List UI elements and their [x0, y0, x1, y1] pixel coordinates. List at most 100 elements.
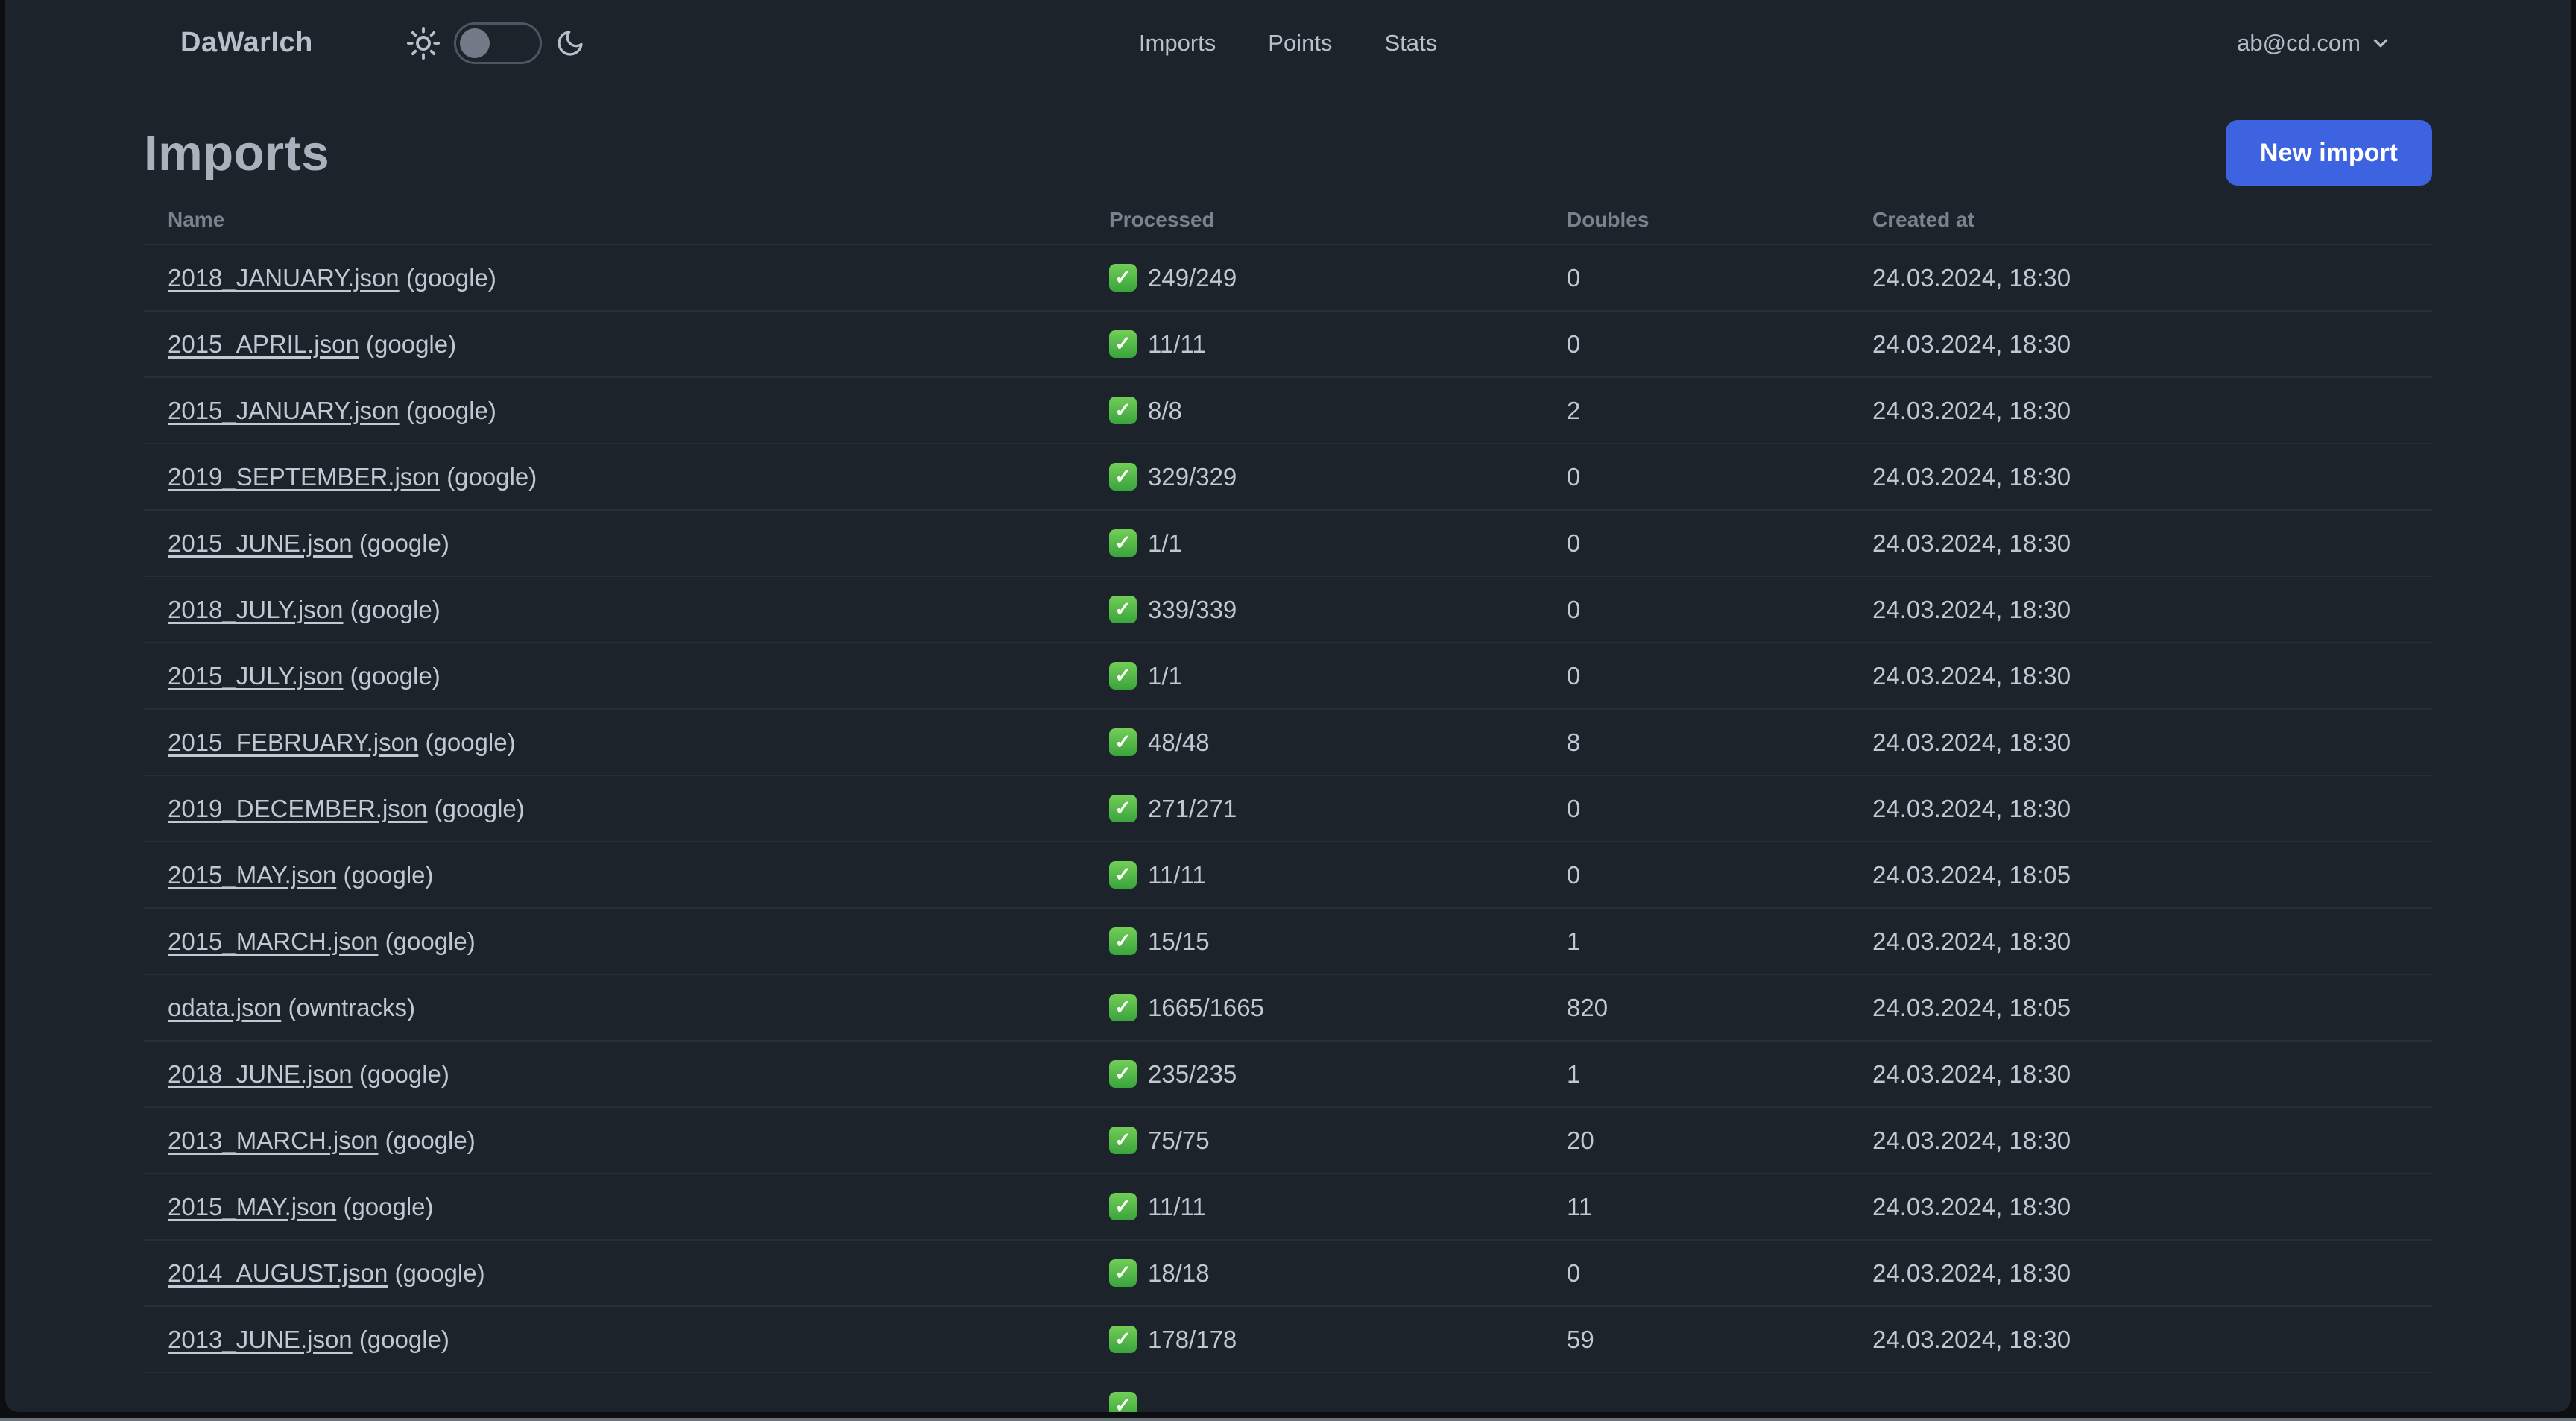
import-source-label: (google)	[425, 728, 516, 756]
processed-count: 18/18	[1148, 1258, 1210, 1287]
processed-cell: ✓ 249/249	[1109, 264, 1567, 292]
import-name-cell: 2015_FEBRUARY.json (google)	[144, 728, 1109, 757]
import-file-link[interactable]: 2015_APRIL.json	[168, 330, 359, 358]
import-file-link[interactable]: 2015_JANUARY.json	[168, 397, 400, 424]
import-source-label: (google)	[385, 927, 476, 955]
processed-count: 1/1	[1148, 661, 1182, 690]
processed-count: 11/11	[1148, 860, 1206, 889]
created-at-cell: 24.03.2024, 18:30	[1872, 396, 2071, 424]
import-name-cell: 2015_APRIL.json (google)	[144, 330, 1109, 359]
created-at-cell: 24.03.2024, 18:30	[1872, 595, 2071, 623]
import-file-link[interactable]: 2018_JANUARY.json	[168, 264, 400, 292]
import-file-link[interactable]: 2015_MAY.json	[168, 1193, 336, 1220]
import-source-label: (google)	[434, 794, 525, 822]
processed-cell: ✓ 339/339	[1109, 596, 1567, 624]
success-check-icon: ✓	[1109, 994, 1137, 1021]
table-header-row: Name Processed Doubles Created at	[144, 196, 2432, 245]
table-row: 2019_SEPTEMBER.json (google) ✓ 329/329 0…	[144, 444, 2432, 511]
processed-cell: ✓ 271/271	[1109, 795, 1567, 823]
theme-toggle[interactable]	[454, 22, 542, 64]
screen-bottom-edge	[0, 1418, 2576, 1421]
column-header-name: Name	[168, 208, 225, 231]
processed-cell: ✓ 178/178	[1109, 1326, 1567, 1354]
doubles-cell: 59	[1567, 1325, 1594, 1353]
table-row: 2015_JULY.json (google) ✓ 1/1 0 24.03.20…	[144, 643, 2432, 710]
created-at-cell: 24.03.2024, 18:30	[1872, 1192, 2071, 1220]
table-row: 2015_JANUARY.json (google) ✓ 8/8 2 24.03…	[144, 378, 2432, 444]
success-check-icon: ✓	[1109, 728, 1137, 756]
import-file-link[interactable]: 2015_MARCH.json	[168, 927, 378, 955]
table-row: odata.json (owntracks) ✓ 1665/1665 820 2…	[144, 975, 2432, 1042]
import-file-link[interactable]: 2015_JUNE.json	[168, 529, 353, 557]
table-row: 2015_JUNE.json (google) ✓ 1/1 0 24.03.20…	[144, 511, 2432, 577]
import-file-link[interactable]: 2015_FEBRUARY.json	[168, 728, 418, 756]
table-row: 2018_JUNE.json (google) ✓ 235/235 1 24.0…	[144, 1042, 2432, 1108]
import-name-cell: 2015_MAY.json (google)	[144, 1193, 1109, 1221]
table-row: 2013_JUNE.json (google) ✓ 178/178 59 24.…	[144, 1307, 2432, 1373]
created-at-cell: 24.03.2024, 18:30	[1872, 1325, 2071, 1353]
import-file-link[interactable]: 2013_JUNE.json	[168, 1326, 353, 1353]
success-check-icon: ✓	[1109, 1127, 1137, 1154]
import-source-label: (google)	[446, 462, 537, 491]
success-check-icon: ✓	[1109, 1193, 1137, 1220]
page-header-row: Imports New import	[144, 120, 2432, 186]
table-row: 2015_APRIL.json (google) ✓ 11/11 0 24.03…	[144, 312, 2432, 378]
processed-count: 48/48	[1148, 728, 1210, 756]
processed-cell: ✓ 11/11	[1109, 330, 1567, 359]
table-row: 2015_MAY.json (google) ✓ 11/11 0 24.03.2…	[144, 842, 2432, 909]
theme-switcher	[406, 22, 585, 64]
processed-count: 1/1	[1148, 529, 1182, 557]
import-name-cell: 2018_JULY.json (google)	[144, 596, 1109, 624]
import-source-label: (google)	[343, 860, 434, 889]
processed-count: 15/15	[1148, 927, 1210, 955]
nav-item-points[interactable]: Points	[1268, 30, 1332, 57]
import-source-label: (google)	[366, 330, 457, 358]
success-check-icon: ✓	[1109, 1259, 1137, 1287]
main-nav: Imports Points Stats	[1139, 30, 1437, 57]
doubles-cell: 0	[1567, 794, 1581, 822]
import-file-link[interactable]: 2018_JUNE.json	[168, 1060, 353, 1088]
main-content: Imports New import Name Processed Double…	[144, 120, 2432, 1412]
import-name-cell: 2015_JANUARY.json (google)	[144, 397, 1109, 425]
processed-cell: ✓ 11/11	[1109, 861, 1567, 889]
doubles-cell: 0	[1567, 1258, 1581, 1287]
success-check-icon: ✓	[1109, 596, 1137, 623]
import-file-link[interactable]: odata.json	[168, 994, 281, 1021]
nav-item-stats[interactable]: Stats	[1384, 30, 1437, 57]
nav-item-imports[interactable]: Imports	[1139, 30, 1216, 57]
page-title: Imports	[144, 125, 330, 181]
table-row: 2015_MARCH.json (google) ✓ 15/15 1 24.03…	[144, 909, 2432, 975]
import-file-link[interactable]: 2019_DECEMBER.json	[168, 795, 428, 822]
import-name-cell: 2013_JUNE.json (google)	[144, 1326, 1109, 1354]
processed-cell: ✓ 8/8	[1109, 397, 1567, 425]
table-body: 2018_JANUARY.json (google) ✓ 249/249 0 2…	[144, 245, 2432, 1412]
import-file-link[interactable]: 2018_JULY.json	[168, 596, 343, 623]
import-name-cell: odata.json (owntracks)	[144, 994, 1109, 1022]
import-file-link[interactable]: 2019_SEPTEMBER.json	[168, 463, 440, 491]
import-name-cell: 2013_MARCH.json (google)	[144, 1127, 1109, 1155]
doubles-cell: 1	[1567, 1059, 1581, 1088]
import-file-link[interactable]: 2015_JULY.json	[168, 662, 343, 690]
processed-count: 329/329	[1148, 462, 1237, 491]
success-check-icon: ✓	[1109, 397, 1137, 424]
doubles-cell: 0	[1567, 263, 1581, 292]
processed-cell: ✓ 1/1	[1109, 529, 1567, 558]
column-header-doubles: Doubles	[1567, 208, 1650, 231]
column-header-created-at: Created at	[1872, 208, 1974, 231]
import-file-link[interactable]: 2014_AUGUST.json	[168, 1259, 388, 1287]
import-source-label: (owntracks)	[288, 993, 415, 1021]
app-logo[interactable]: DaWarIch	[180, 27, 313, 59]
created-at-cell: 24.03.2024, 18:30	[1872, 794, 2071, 822]
import-name-cell: 2015_JUNE.json (google)	[144, 529, 1109, 558]
new-import-button[interactable]: New import	[2225, 120, 2432, 186]
import-file-link[interactable]: 2013_MARCH.json	[168, 1127, 378, 1154]
success-check-icon: ✓	[1109, 529, 1137, 557]
processed-cell: ✓ 18/18	[1109, 1259, 1567, 1288]
theme-toggle-knob	[460, 28, 490, 58]
processed-count: 11/11	[1148, 330, 1206, 358]
created-at-cell: 24.03.2024, 18:30	[1872, 529, 2071, 557]
table-row: ✓	[144, 1373, 2432, 1412]
account-menu[interactable]: ab@cd.com	[2237, 30, 2392, 57]
import-file-link[interactable]: 2015_MAY.json	[168, 861, 336, 889]
import-source-label: (google)	[405, 396, 496, 424]
